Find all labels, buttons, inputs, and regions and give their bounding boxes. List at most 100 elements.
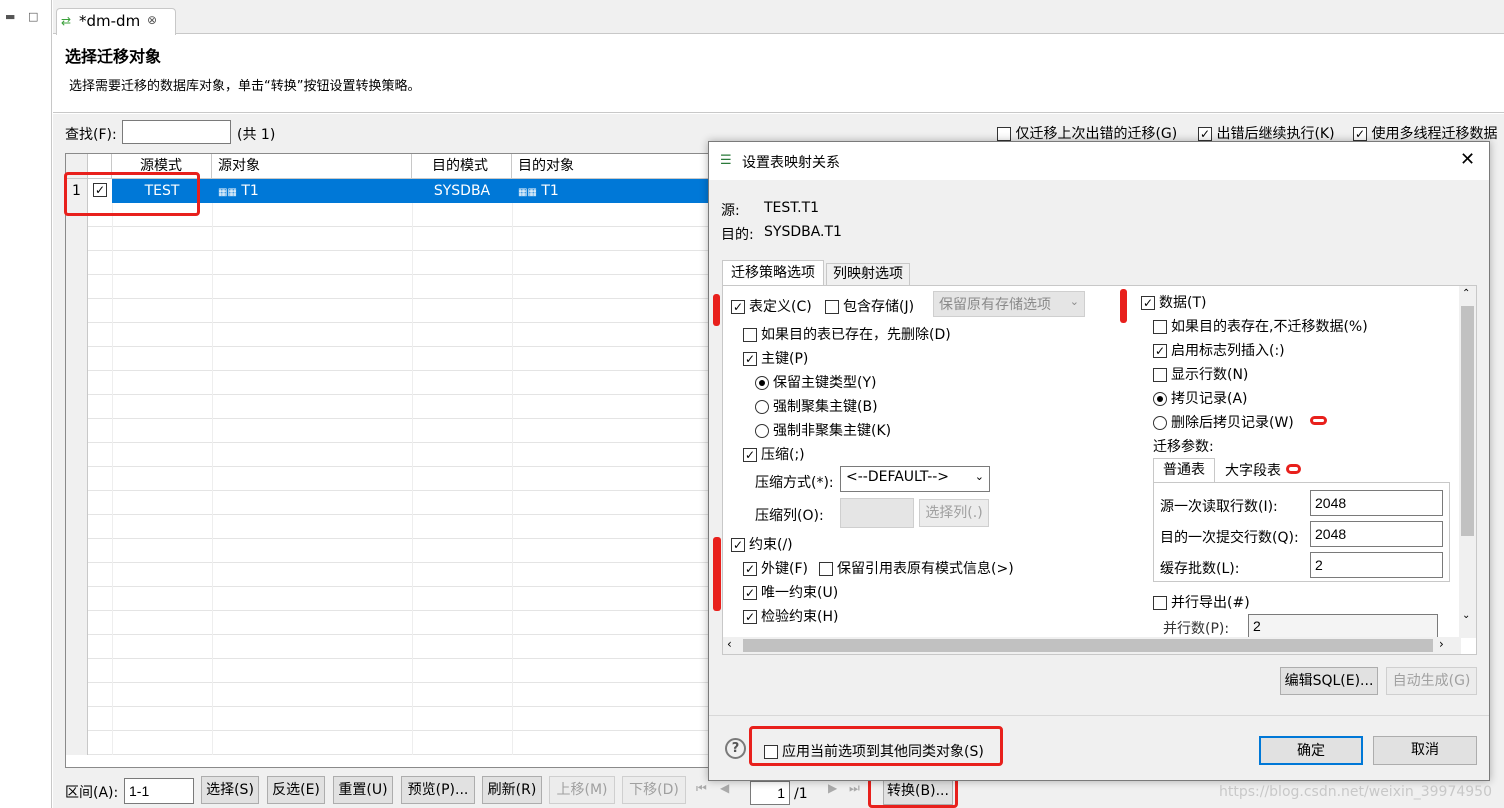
multithread-option[interactable]: 使用多线程迁移数据 bbox=[1353, 123, 1497, 143]
compress-cols-field[interactable] bbox=[840, 498, 914, 528]
column-divider bbox=[112, 731, 113, 755]
constraint-checkbox[interactable] bbox=[731, 538, 745, 552]
close-icon[interactable]: ✕ bbox=[1460, 149, 1475, 170]
storage-select[interactable]: 保留原有存储选项 ⌄ bbox=[933, 291, 1085, 317]
column-header[interactable]: 源对象 bbox=[212, 154, 412, 179]
tab-strategy[interactable]: 迁移策略选项 bbox=[722, 260, 824, 286]
only-errors-option[interactable]: 仅迁移上次出错的迁移(G) bbox=[997, 123, 1177, 143]
reset-button[interactable]: 重置(U) bbox=[333, 776, 393, 804]
prev-page-icon[interactable]: ◀ bbox=[720, 781, 729, 795]
tab-normal-table[interactable]: 普通表 bbox=[1153, 458, 1215, 482]
dst-schema-cell[interactable]: SYSDBA bbox=[412, 179, 512, 203]
constraint-option[interactable]: 约束(/) bbox=[731, 534, 793, 554]
data-option[interactable]: 数据(T) bbox=[1141, 292, 1206, 312]
read-rows-input[interactable] bbox=[1310, 490, 1443, 516]
parallel-export-checkbox[interactable] bbox=[1153, 596, 1167, 610]
cancel-button[interactable]: 取消 bbox=[1373, 736, 1477, 765]
continue-checkbox[interactable] bbox=[1198, 127, 1212, 141]
continue-option[interactable]: 出错后继续执行(K) bbox=[1198, 123, 1335, 143]
move-up-button[interactable]: 上移(M) bbox=[549, 776, 615, 804]
check-option[interactable]: 检验约束(H) bbox=[743, 606, 838, 626]
keep-ref-checkbox[interactable] bbox=[819, 562, 833, 576]
show-rows-option[interactable]: 显示行数(N) bbox=[1153, 364, 1248, 384]
multithread-checkbox[interactable] bbox=[1353, 127, 1367, 141]
unique-checkbox[interactable] bbox=[743, 586, 757, 600]
scroll-thumb[interactable] bbox=[1461, 306, 1474, 536]
edit-sql-button[interactable]: 编辑SQL(E)... bbox=[1280, 667, 1378, 695]
move-down-button[interactable]: 下移(D) bbox=[622, 776, 686, 804]
force-cluster-option[interactable]: 强制聚集主键(B) bbox=[755, 396, 878, 416]
scroll-up-icon[interactable]: ⌃ bbox=[1462, 288, 1470, 299]
check-checkbox[interactable] bbox=[743, 610, 757, 624]
fk-checkbox[interactable] bbox=[743, 562, 757, 576]
keep-ref-option[interactable]: 保留引用表原有模式信息(>) bbox=[819, 558, 1014, 578]
show-rows-checkbox[interactable] bbox=[1153, 368, 1167, 382]
skip-if-exists-option[interactable]: 如果目的表存在,不迁移数据(%) bbox=[1153, 316, 1368, 336]
pk-option[interactable]: 主键(P) bbox=[743, 348, 808, 368]
compress-mode-select[interactable]: <--DEFAULT--> ⌄ bbox=[840, 466, 990, 492]
row-number bbox=[66, 587, 88, 611]
column-divider bbox=[112, 275, 113, 299]
table-def-option[interactable]: 表定义(C) bbox=[731, 296, 812, 316]
dst-object-cell[interactable]: ▦▦ T1 bbox=[512, 179, 710, 203]
vertical-scrollbar[interactable]: ⌃ ⌄ bbox=[1459, 286, 1476, 638]
keep-pk-option[interactable]: 保留主键类型(Y) bbox=[755, 372, 876, 392]
drop-if-exists-option[interactable]: 如果目的表已存在，先删除(D) bbox=[743, 324, 951, 344]
scroll-thumb[interactable] bbox=[743, 639, 1433, 652]
copy-option[interactable]: 拷贝记录(A) bbox=[1153, 388, 1248, 408]
data-checkbox[interactable] bbox=[1141, 296, 1155, 310]
tab-column-mapping[interactable]: 列映射选项 bbox=[826, 263, 910, 285]
column-header[interactable]: 目的模式 bbox=[412, 154, 512, 179]
skip-if-exists-checkbox[interactable] bbox=[1153, 320, 1167, 334]
src-object-cell[interactable]: ▦▦ T1 bbox=[212, 179, 412, 203]
only-errors-checkbox[interactable] bbox=[997, 127, 1011, 141]
maximize-icon[interactable]: □ bbox=[28, 10, 38, 23]
scroll-left-icon[interactable]: ‹ bbox=[727, 637, 732, 651]
refresh-button[interactable]: 刷新(R) bbox=[482, 776, 542, 804]
parallel-input[interactable] bbox=[1248, 614, 1438, 638]
compress-option[interactable]: 压缩(;) bbox=[743, 444, 805, 464]
drop-if-exists-checkbox[interactable] bbox=[743, 328, 757, 342]
scroll-right-icon[interactable]: › bbox=[1439, 637, 1444, 651]
copy-radio[interactable] bbox=[1153, 392, 1167, 406]
ok-button[interactable]: 确定 bbox=[1259, 736, 1363, 765]
editor-tab[interactable]: ⇄ *dm-dm ⊗ bbox=[56, 8, 176, 35]
include-storage-option[interactable]: 包含存储(J) bbox=[825, 296, 914, 316]
force-noncluster-option[interactable]: 强制非聚集主键(K) bbox=[755, 420, 891, 440]
close-icon[interactable]: ⊗ bbox=[147, 13, 157, 27]
commit-rows-input[interactable] bbox=[1310, 521, 1443, 547]
tab-lob-table[interactable]: 大字段表 bbox=[1217, 461, 1289, 482]
auto-generate-button[interactable]: 自动生成(G) bbox=[1386, 667, 1477, 695]
next-page-icon[interactable]: ▶ bbox=[828, 781, 837, 795]
parallel-export-option[interactable]: 并行导出(#) bbox=[1153, 592, 1250, 612]
table-def-checkbox[interactable] bbox=[731, 300, 745, 314]
search-input[interactable] bbox=[122, 120, 231, 144]
column-header[interactable]: 目的对象 bbox=[512, 154, 710, 179]
unique-option[interactable]: 唯一约束(U) bbox=[743, 582, 838, 602]
select-columns-button[interactable]: 选择列(.) bbox=[919, 499, 989, 527]
identity-insert-checkbox[interactable] bbox=[1153, 344, 1167, 358]
minimize-icon[interactable]: ▬ bbox=[5, 10, 15, 23]
pk-checkbox[interactable] bbox=[743, 352, 757, 366]
batch-input[interactable] bbox=[1310, 552, 1443, 578]
keep-pk-radio[interactable] bbox=[755, 376, 769, 390]
compress-checkbox[interactable] bbox=[743, 448, 757, 462]
select-button[interactable]: 选择(S) bbox=[201, 776, 259, 804]
invert-button[interactable]: 反选(E) bbox=[267, 776, 325, 804]
first-page-icon[interactable]: ⏮ bbox=[696, 781, 707, 796]
page-input[interactable] bbox=[750, 781, 790, 805]
fk-option[interactable]: 外键(F) bbox=[743, 558, 808, 578]
force-noncluster-radio[interactable] bbox=[755, 424, 769, 438]
preview-button[interactable]: 预览(P)... bbox=[401, 776, 475, 804]
last-page-icon[interactable]: ⏭ bbox=[849, 781, 860, 796]
range-input[interactable] bbox=[124, 778, 194, 804]
delete-copy-radio[interactable] bbox=[1153, 416, 1167, 430]
delete-copy-option[interactable]: 删除后拷贝记录(W) bbox=[1153, 412, 1294, 432]
force-cluster-radio[interactable] bbox=[755, 400, 769, 414]
column-divider bbox=[412, 515, 413, 539]
identity-insert-option[interactable]: 启用标志列插入(:) bbox=[1153, 340, 1285, 360]
scroll-down-icon[interactable]: ⌄ bbox=[1462, 610, 1470, 621]
horizontal-scrollbar[interactable]: ‹ › bbox=[723, 637, 1461, 654]
include-storage-checkbox[interactable] bbox=[825, 300, 839, 314]
help-icon[interactable]: ? bbox=[725, 738, 746, 759]
